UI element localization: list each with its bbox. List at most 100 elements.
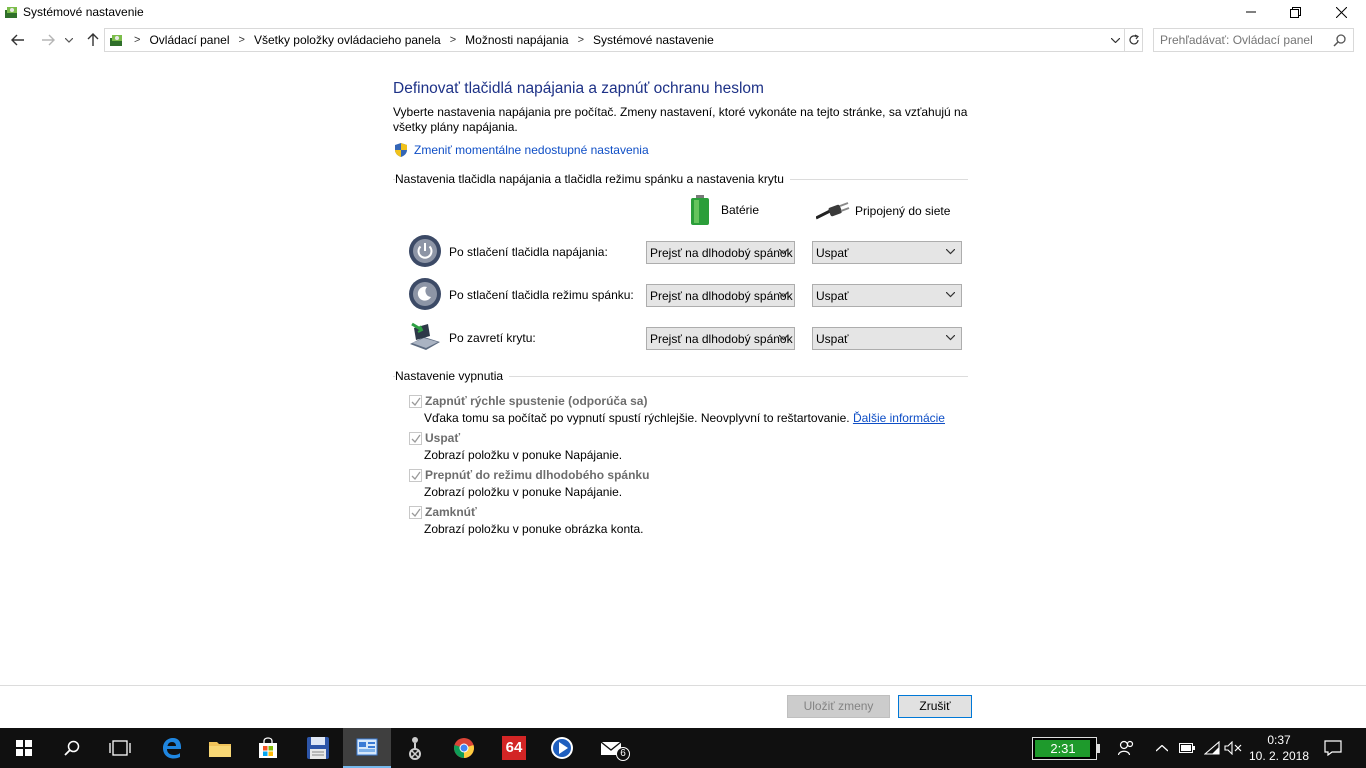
page-description: Vyberte nastavenia napájania pre počítač… <box>393 105 968 134</box>
people-icon <box>1118 740 1134 756</box>
notification-icon <box>1324 740 1342 756</box>
fast-startup-label: Zapnúť rýchle spustenie (odporúča sa) <box>425 394 648 408</box>
breadcrumb-separator[interactable]: > <box>443 34 463 46</box>
sleep-checkbox[interactable] <box>409 432 422 445</box>
power-button-plugged-select[interactable]: Uspať <box>812 241 962 264</box>
arrow-right-icon <box>42 34 55 46</box>
hibernate-description: Zobrazí položku v ponuke Napájanie. <box>424 485 623 499</box>
change-settings-link-row: Zmeniť momentálne nedostupné nastavenia <box>393 142 649 158</box>
app-64-icon: 64 <box>502 736 526 760</box>
window-title: Systémové nastavenie <box>23 5 144 19</box>
play-icon <box>551 737 573 759</box>
network-button[interactable] <box>1200 728 1224 768</box>
volume-button[interactable] <box>1222 728 1244 768</box>
chevron-down-icon <box>779 249 788 255</box>
windows-logo-icon <box>16 740 32 756</box>
checkmark-icon <box>411 397 421 407</box>
breadcrumb-all-items[interactable]: Všetky položky ovládacieho panela <box>252 33 443 47</box>
forward-button[interactable] <box>38 30 58 50</box>
battery-meter-widget[interactable]: 2:31 <box>1032 737 1100 760</box>
battery-tray-button[interactable] <box>1176 728 1198 768</box>
battery-column-label: Batérie <box>721 203 760 217</box>
close-button[interactable] <box>1318 0 1364 24</box>
wifi-icon <box>1204 741 1220 755</box>
address-history-dropdown[interactable] <box>1108 33 1122 47</box>
edge-taskbar-button[interactable] <box>148 728 196 768</box>
control-panel-icon <box>356 738 378 756</box>
sleep-button-plugged-select[interactable]: Uspať <box>812 284 962 307</box>
checkmark-icon <box>411 471 421 481</box>
mail-taskbar-button[interactable]: 6 <box>588 728 636 768</box>
battery-tray-icon <box>1179 743 1195 753</box>
save-changes-button[interactable]: Uložiť zmeny <box>787 695 890 718</box>
start-button[interactable] <box>0 728 48 768</box>
address-bar[interactable]: > Ovládací panel > Všetky položky ovláda… <box>104 28 1143 52</box>
clock-date: 10. 2. 2018 <box>1248 749 1310 763</box>
lock-description: Zobrazí položku v ponuke obrázka konta. <box>424 522 644 536</box>
hibernate-label: Prepnúť do režimu dlhodobého spánku <box>425 468 650 482</box>
chevron-down-icon <box>1110 37 1120 43</box>
chevron-down-icon <box>65 37 73 43</box>
lid-close-plugged-select[interactable]: Uspať <box>812 327 962 350</box>
fast-startup-checkbox[interactable] <box>409 395 422 408</box>
folder-icon <box>209 742 231 757</box>
back-button[interactable] <box>8 30 28 50</box>
lid-close-label: Po zavretí krytu: <box>449 331 536 345</box>
sleep-description: Zobrazí položku v ponuke Napájanie. <box>424 448 623 462</box>
breadcrumb: > Ovládací panel > Všetky položky ovláda… <box>127 33 716 47</box>
save-app-taskbar-button[interactable] <box>294 728 342 768</box>
change-unavailable-settings-link[interactable]: Zmeniť momentálne nedostupné nastavenia <box>414 143 649 157</box>
search-taskbar-button[interactable] <box>48 728 96 768</box>
search-box[interactable] <box>1153 28 1354 52</box>
action-center-button[interactable] <box>1318 728 1348 768</box>
lock-label: Zamknúť <box>425 505 477 519</box>
uac-shield-icon <box>395 143 407 157</box>
refresh-button[interactable] <box>1124 28 1143 52</box>
hibernate-checkbox[interactable] <box>409 469 422 482</box>
breadcrumb-separator[interactable]: > <box>232 34 252 46</box>
lock-checkbox[interactable] <box>409 506 422 519</box>
clock[interactable]: 0:37 10. 2. 2018 <box>1245 732 1313 764</box>
people-button[interactable] <box>1112 728 1140 768</box>
battery-column-header: Batérie <box>689 195 759 225</box>
store-taskbar-button[interactable] <box>244 728 292 768</box>
task-view-icon <box>109 740 131 756</box>
lid-close-icon <box>410 322 440 350</box>
battery-icon <box>691 195 709 225</box>
checkmark-icon <box>411 508 421 518</box>
breadcrumb-control-panel[interactable]: Ovládací panel <box>147 33 231 47</box>
store-bag-icon <box>259 737 277 758</box>
task-view-button[interactable] <box>96 728 144 768</box>
media-player-taskbar-button[interactable] <box>538 728 586 768</box>
footer-divider <box>0 685 1366 686</box>
chevron-down-icon <box>946 292 955 298</box>
arrow-up-icon <box>87 33 99 46</box>
tool-app-taskbar-button[interactable] <box>391 728 439 768</box>
battery-tip <box>1097 744 1100 753</box>
cancel-button[interactable]: Zrušiť <box>898 695 972 718</box>
minimize-button[interactable] <box>1228 0 1274 24</box>
chrome-taskbar-button[interactable] <box>440 728 488 768</box>
title-bar: Systémové nastavenie <box>0 0 1366 24</box>
sleep-button-label: Po stlačení tlačidla režimu spánku: <box>449 288 634 302</box>
sleep-button-battery-select[interactable]: Prejsť na dlhodobý spánok <box>646 284 795 307</box>
up-button[interactable] <box>83 30 103 50</box>
control-panel-taskbar-button[interactable] <box>343 728 391 768</box>
file-explorer-taskbar-button[interactable] <box>196 728 244 768</box>
volume-muted-icon <box>1224 741 1242 755</box>
app-64-taskbar-button[interactable]: 64 <box>490 728 538 768</box>
breadcrumb-power-options[interactable]: Možnosti napájania <box>463 33 570 47</box>
search-input[interactable] <box>1160 32 1330 48</box>
chevron-down-icon <box>946 249 955 255</box>
lid-close-battery-select[interactable]: Prejsť na dlhodobý spánok <box>646 327 795 350</box>
breadcrumb-separator[interactable]: > <box>127 34 147 46</box>
breadcrumb-system-settings[interactable]: Systémové nastavenie <box>591 33 716 47</box>
maximize-button[interactable] <box>1272 0 1318 24</box>
power-button-battery-select[interactable]: Prejsť na dlhodobý spánok <box>646 241 795 264</box>
show-hidden-icons-button[interactable] <box>1152 728 1172 768</box>
breadcrumb-separator[interactable]: > <box>571 34 591 46</box>
plugged-column-label: Pripojený do siete <box>855 204 951 218</box>
more-info-link[interactable]: Ďalšie informácie <box>853 411 945 425</box>
power-button-icon <box>409 235 441 267</box>
recent-locations-button[interactable] <box>62 30 76 50</box>
